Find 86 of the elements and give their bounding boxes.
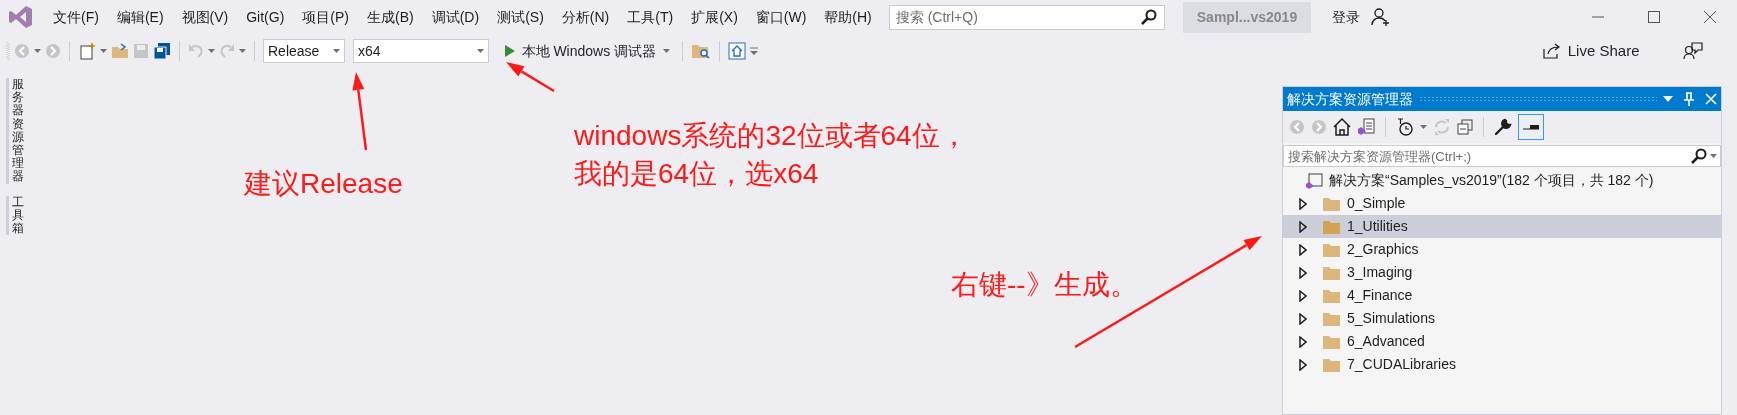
tree-item[interactable]: 0_Simple (1283, 192, 1721, 215)
side-tab[interactable]: 服务器资源管理器 (6, 78, 24, 184)
folder-search-icon[interactable] (690, 43, 711, 59)
annotation-text: 右键--》生成。 (951, 268, 1138, 302)
caret-icon[interactable] (34, 49, 41, 53)
arrow (506, 62, 555, 93)
caret-icon (663, 49, 671, 53)
caret-icon[interactable] (1710, 154, 1717, 158)
folder-icon (1323, 265, 1340, 280)
login-link[interactable]: 登录 (1323, 6, 1370, 28)
platform-dropdown[interactable]: x64 (353, 39, 489, 63)
folder-icon (1323, 242, 1340, 257)
solution-name-badge: Sampl...vs2019 (1182, 1, 1312, 33)
folder-icon (1323, 357, 1340, 372)
tree-item[interactable]: 3_Imaging (1283, 261, 1721, 284)
share-icon (1542, 43, 1561, 59)
expand-icon[interactable] (1299, 243, 1307, 256)
menu-item[interactable]: 生成(B) (358, 6, 423, 28)
menu-item[interactable]: 文件(F) (44, 6, 108, 28)
caret-icon[interactable] (239, 49, 246, 53)
annotation-text: windows系统的32位或者64位， (574, 119, 968, 153)
expand-icon[interactable] (1299, 335, 1307, 348)
tree-item[interactable]: 2_Graphics (1283, 238, 1721, 261)
caret-icon (477, 49, 484, 53)
folder-icon (1323, 288, 1340, 303)
annotation-text: 建议Release (244, 167, 403, 201)
menu-item[interactable]: 测试(S) (488, 6, 553, 28)
live-share-button[interactable]: Live Share (1539, 39, 1643, 63)
folder-icon (1323, 311, 1340, 326)
tree-item[interactable]: 6_Advanced (1283, 330, 1721, 353)
open-folder-icon[interactable] (111, 43, 129, 59)
new-item-icon[interactable] (78, 42, 96, 60)
menu-item[interactable]: 编辑(E) (107, 6, 173, 28)
expand-icon[interactable] (1299, 358, 1307, 371)
caret-icon (333, 49, 340, 53)
solution-icon (1305, 172, 1323, 189)
feedback-icon[interactable] (1683, 42, 1703, 60)
save-all-icon[interactable] (153, 42, 171, 60)
search-icon (1690, 148, 1707, 164)
side-tab[interactable]: 工具箱 (6, 195, 24, 236)
collapse-all-icon[interactable] (1457, 119, 1473, 135)
pin-icon[interactable] (1683, 92, 1695, 106)
annotation-text: 我的是64位，选x64 (574, 157, 819, 191)
folder-icon (1323, 219, 1340, 234)
tree-item[interactable]: 5_Simulations (1283, 307, 1721, 330)
menu-item[interactable]: Git(G) (237, 6, 294, 28)
expand-icon[interactable] (1299, 312, 1307, 325)
solution-view-icon[interactable] (1357, 118, 1375, 136)
caret-icon[interactable] (208, 49, 215, 53)
add-user-icon[interactable] (1371, 7, 1392, 27)
play-icon (504, 45, 515, 57)
solution-search-field[interactable]: 搜索解决方案资源管理器(Ctrl+;) (1283, 145, 1721, 167)
panel-title: 解决方案资源管理器 (1287, 89, 1413, 109)
folder-icon (1323, 196, 1340, 211)
app-logo-icon (8, 4, 34, 30)
tree-item[interactable]: 4_Finance (1283, 284, 1721, 307)
dropdown-icon[interactable] (1663, 96, 1673, 102)
search-icon (1140, 8, 1157, 25)
clock-icon[interactable] (1396, 118, 1414, 136)
tree-item[interactable]: 1_Utilities (1283, 215, 1721, 238)
home-icon[interactable] (1333, 118, 1351, 136)
menu-item[interactable]: 窗口(W) (746, 6, 816, 28)
tree-item[interactable]: 7_CUDALibraries (1283, 353, 1721, 376)
search-field[interactable]: 搜索 (Ctrl+Q) (888, 4, 1165, 30)
wrench-icon[interactable] (1494, 118, 1512, 136)
menu-item[interactable]: 视图(V) (172, 6, 238, 28)
caret-icon[interactable] (100, 49, 107, 53)
expand-icon[interactable] (1299, 197, 1307, 210)
expand-icon[interactable] (1299, 220, 1307, 233)
expand-icon[interactable] (1299, 266, 1307, 279)
close-icon[interactable] (1703, 10, 1717, 24)
tree-root-row[interactable]: 解决方案“Samples_vs2019”(182 个项目，共 182 个) (1283, 169, 1721, 192)
menu-item[interactable]: 调试(D) (422, 6, 489, 28)
folder-icon (1323, 334, 1340, 349)
menu-item[interactable]: 帮助(H) (815, 6, 881, 28)
preview-toggle-icon[interactable] (1518, 114, 1544, 140)
menu-item[interactable]: 分析(N) (552, 6, 619, 28)
maximize-icon[interactable] (1647, 10, 1661, 24)
start-debugging-button[interactable]: 本地 Windows 调试器 (501, 40, 674, 62)
caret-icon[interactable] (1420, 125, 1427, 129)
configuration-dropdown[interactable]: Release (263, 39, 345, 63)
menu-item[interactable]: 项目(P) (293, 6, 358, 28)
menu-item[interactable]: 工具(T) (618, 6, 683, 28)
overflow-icon[interactable] (749, 47, 758, 55)
menu-item[interactable]: 扩展(X) (682, 6, 747, 28)
expand-icon[interactable] (1299, 289, 1307, 302)
